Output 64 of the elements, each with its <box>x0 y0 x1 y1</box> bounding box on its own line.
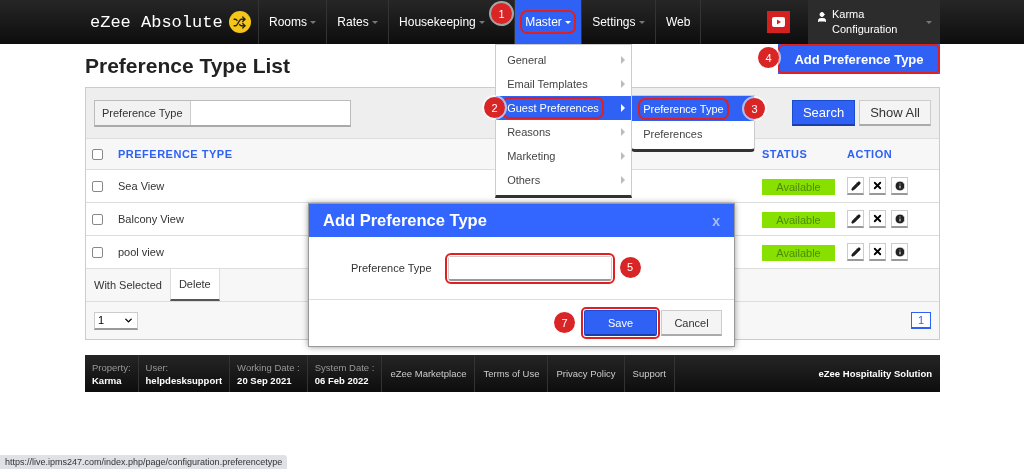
nav-item[interactable]: Rates <box>326 0 389 44</box>
footer-value: 06 Feb 2022 <box>314 373 370 387</box>
step-number: 7 <box>554 312 575 333</box>
filter-button[interactable]: Show All <box>859 100 931 126</box>
footer-brand: eZee Hospitality Solution <box>818 367 933 381</box>
edit-icon[interactable] <box>847 177 864 195</box>
status-badge: Available <box>762 212 835 228</box>
table-cell: pool view <box>118 246 164 258</box>
row-checkbox[interactable] <box>92 180 103 192</box>
delete-icon[interactable] <box>869 243 886 261</box>
footer-link[interactable]: Privacy Policy <box>548 355 625 392</box>
column-header[interactable]: PREFERENCE TYPE <box>118 148 233 160</box>
nav-item[interactable]: Rooms <box>258 0 327 44</box>
add-preference-type-button[interactable]: Add Preference Type <box>780 46 938 72</box>
page-button[interactable]: 1 <box>910 312 931 329</box>
bulk-label: With Selected <box>93 278 163 293</box>
footer-link[interactable]: Terms of Use <box>475 355 549 392</box>
step-number: 4 <box>758 47 779 68</box>
footer-label: User: <box>145 360 170 374</box>
footer-link[interactable]: eZee Marketplace <box>382 355 476 392</box>
footer-label: Property: <box>92 360 131 374</box>
step-number: 5 <box>619 256 641 278</box>
nav-item[interactable]: Master <box>514 0 582 44</box>
page-size-select[interactable]: 1 <box>94 311 138 330</box>
row-checkbox[interactable] <box>92 213 103 225</box>
table-cell: Sea View <box>118 180 165 192</box>
footer-value: 20 Sep 2021 <box>237 373 293 387</box>
row-checkbox[interactable] <box>92 246 103 258</box>
footer-value: Karma <box>92 373 123 387</box>
info-icon[interactable] <box>891 210 908 228</box>
delete-icon[interactable] <box>869 177 886 195</box>
field-label: Preference Type <box>351 262 432 274</box>
bulk-action-tab[interactable]: Delete <box>169 269 220 301</box>
footer-label: System Date : <box>314 360 375 374</box>
info-icon[interactable] <box>891 243 908 261</box>
video-icon[interactable] <box>767 11 790 33</box>
shuffle-icon <box>228 11 251 33</box>
edit-icon[interactable] <box>847 210 864 228</box>
step-number: 1 <box>491 3 513 24</box>
status-url: https://live.ipms247.com/index.php/page/configuration.preferencetype <box>0 455 288 469</box>
page-title: Preference Type List <box>85 53 291 78</box>
dialog-button[interactable]: Cancel <box>661 310 722 336</box>
user-menu[interactable]: Karma Configuration <box>808 0 940 44</box>
logo-text: eZee Absolute <box>90 12 223 32</box>
footer-label: Working Date : <box>237 360 300 374</box>
footer-value: helpdesksupport <box>145 373 223 387</box>
footer-link[interactable]: Support <box>624 355 675 392</box>
filter-button[interactable]: Search <box>791 100 856 126</box>
column-header: ACTION <box>847 148 893 160</box>
user-icon <box>816 11 828 23</box>
delete-icon[interactable] <box>869 210 886 228</box>
dialog-title: Add Preference Type <box>323 211 487 230</box>
search-field[interactable]: Preference Type <box>94 99 351 127</box>
edit-icon[interactable] <box>847 243 864 261</box>
nav-item[interactable]: Web <box>654 0 701 44</box>
status-badge: Available <box>762 245 835 261</box>
status-badge: Available <box>762 179 835 195</box>
info-icon[interactable] <box>891 177 908 195</box>
select-all-checkbox[interactable] <box>92 148 103 160</box>
table-cell: Balcony View <box>118 213 184 225</box>
dialog-button[interactable]: Save <box>584 310 657 336</box>
menu-item[interactable]: Guest Preferences <box>496 96 632 120</box>
column-header: STATUS <box>762 148 808 160</box>
nav-item[interactable]: Settings <box>581 0 655 44</box>
